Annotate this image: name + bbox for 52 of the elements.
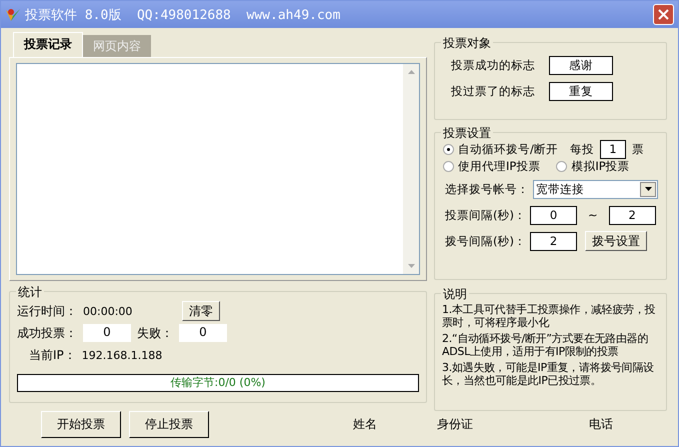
text-field[interactable]: 重复: [549, 82, 613, 100]
close-icon: [658, 9, 669, 20]
count-field[interactable]: 1: [600, 140, 626, 159]
scroll-down-icon[interactable]: [408, 264, 414, 268]
radio-button[interactable]: [556, 161, 568, 172]
radio-label: 自动循环拨号/断开: [458, 142, 558, 157]
radio-button[interactable]: [443, 144, 454, 155]
label: 投票成功的标志: [451, 58, 535, 72]
column-label: 姓名: [353, 416, 377, 432]
label: 票: [632, 142, 644, 157]
label: ~: [586, 208, 599, 222]
label: 拨号间隔(秒)：: [445, 234, 526, 248]
reset-button[interactable]: 清零: [182, 301, 220, 321]
radio-button[interactable]: [443, 161, 454, 172]
group-title: 投票对象: [441, 35, 493, 52]
group-title: 说明: [441, 286, 469, 303]
column-label: 身份证: [437, 416, 473, 432]
action-button[interactable]: 停止投票: [129, 410, 209, 438]
account-dropdown[interactable]: 宽带连接: [533, 180, 658, 198]
text-field[interactable]: 感谢: [549, 56, 613, 74]
progress-text: 传输字节:0/0 (0%): [170, 375, 266, 391]
tab[interactable]: 投票记录: [13, 32, 83, 57]
note-text: 2.“自动循环拨号/断开”方式要在无路由器的ADSL上使用，适用于有IP限制的投票: [442, 332, 649, 358]
number-field[interactable]: 2: [530, 232, 577, 250]
scroll-up-icon[interactable]: [408, 70, 414, 74]
note-text: 1.本工具可代替手工投票操作，减轻疲劳，投票时，可将程序最小化: [442, 303, 656, 329]
label: 当前IP：: [29, 346, 76, 364]
group-title: 投票设置: [441, 125, 493, 142]
radio-label: 模拟IP投票: [571, 159, 630, 174]
dropdown-value: 宽带连接: [535, 182, 584, 196]
column-label: 电话: [589, 416, 613, 432]
note-text: 3.如遇失败，可能是IP重复，请将拨号间隔设长，当然也可能是此IP已投过票。: [442, 361, 655, 387]
fail-count: 0: [179, 324, 227, 342]
close-button[interactable]: [653, 4, 674, 25]
app-icon: [5, 6, 21, 22]
scrollbar[interactable]: [403, 64, 419, 274]
window-title: 投票软件 8.0版 QQ:498012688 www.ah49.com: [25, 6, 342, 24]
label: 运行时间：: [17, 302, 77, 320]
label: 成功投票：: [17, 324, 77, 342]
label: 每投: [570, 142, 594, 157]
action-button[interactable]: 开始投票: [41, 410, 121, 438]
runtime-value: 00:00:00: [83, 304, 134, 318]
success-count: 0: [83, 324, 131, 342]
label: 失败：: [137, 324, 173, 342]
dial-settings-button[interactable]: 拨号设置: [584, 231, 647, 251]
label: 选择拨号帐号：: [445, 182, 529, 196]
number-field[interactable]: 0: [530, 206, 577, 224]
number-field[interactable]: 2: [608, 206, 656, 224]
radio-label: 使用代理IP投票: [458, 159, 540, 174]
label: 投过票了的标志: [451, 84, 535, 98]
ip-address: 192.168.1.188: [82, 348, 162, 362]
label: 投票间隔(秒)：: [445, 208, 526, 222]
